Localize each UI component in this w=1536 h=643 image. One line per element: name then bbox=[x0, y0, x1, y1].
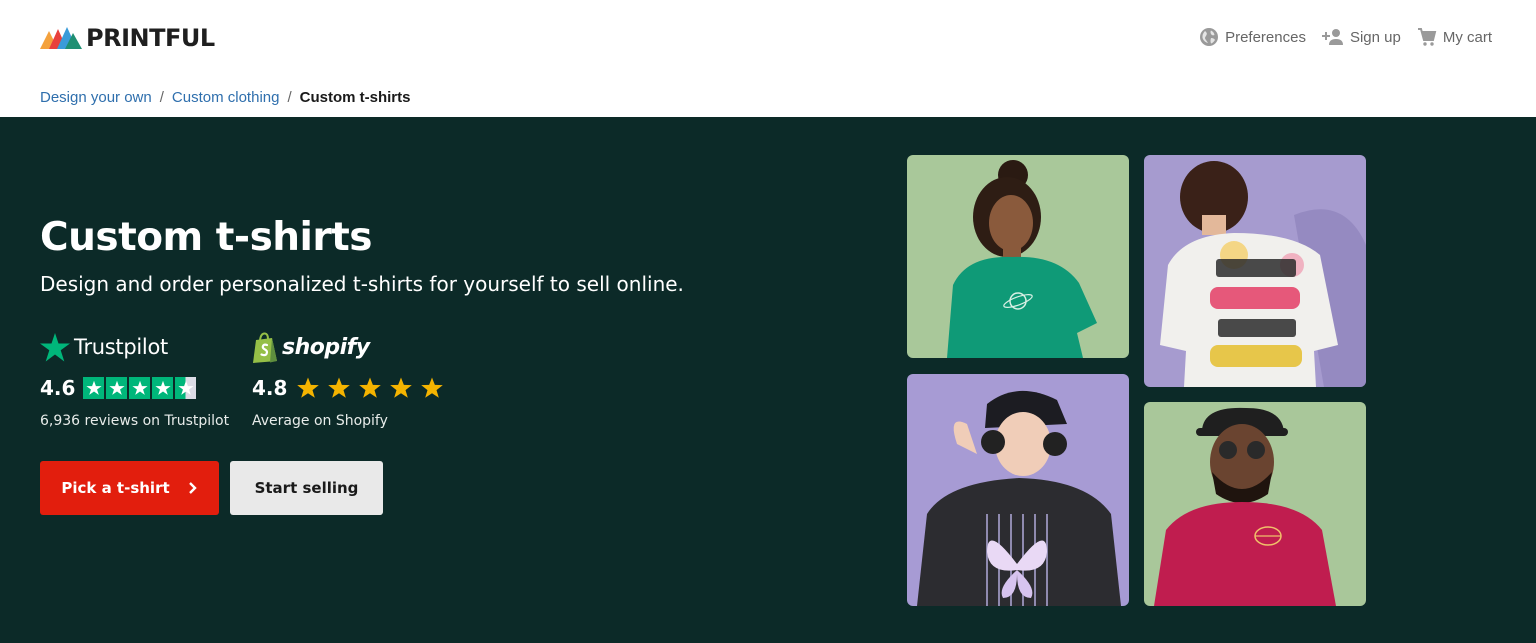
printful-logo[interactable]: PRINTFUL bbox=[40, 24, 215, 52]
star-icon bbox=[129, 377, 151, 399]
top-actions: Preferences Sign up My cart bbox=[1199, 27, 1492, 47]
trustpilot-score-row: 4.6 bbox=[40, 375, 229, 401]
shopify-score: 4.8 bbox=[252, 376, 288, 400]
pick-a-t-shirt-button[interactable]: Pick a t-shirt bbox=[40, 461, 219, 515]
shopify-brand: shopify bbox=[252, 331, 443, 363]
shopify-rating[interactable]: shopify 4.8 Average on Shopify bbox=[252, 331, 444, 429]
photo-woman-white-tshirt-back bbox=[1144, 155, 1366, 387]
star-icon bbox=[106, 377, 128, 399]
trustpilot-brand: Trustpilot bbox=[40, 331, 229, 363]
start-selling-button[interactable]: Start selling bbox=[230, 461, 383, 515]
sign-up-label: Sign up bbox=[1349, 28, 1401, 46]
shopify-bag-icon bbox=[253, 331, 277, 363]
star-icon bbox=[83, 377, 105, 399]
shopify-score-row: 4.8 bbox=[252, 375, 444, 401]
photo-man-magenta-tshirt bbox=[1144, 402, 1366, 606]
star-icon bbox=[421, 377, 444, 398]
trustpilot-caption: 6,936 reviews on Trustpilot bbox=[40, 413, 230, 429]
preferences-link[interactable]: Preferences bbox=[1199, 27, 1306, 47]
cart-icon bbox=[1417, 28, 1437, 46]
start-selling-label: Start selling bbox=[254, 479, 359, 497]
pick-a-t-shirt-label: Pick a t-shirt bbox=[61, 479, 170, 497]
star-icon bbox=[328, 377, 351, 398]
breadcrumb-current-page: Custom t-shirts bbox=[299, 89, 411, 106]
trustpilot-stars bbox=[83, 377, 197, 399]
page-subtitle: Design and order personalized t-shirts f… bbox=[40, 272, 684, 296]
globe-icon bbox=[1200, 28, 1219, 46]
trustpilot-name: Trustpilot bbox=[74, 335, 168, 359]
breadcrumb-separator: / bbox=[287, 89, 292, 106]
shopify-stars bbox=[297, 377, 444, 399]
star-icon bbox=[297, 377, 320, 398]
brand-name: PRINTFUL bbox=[86, 24, 215, 52]
breadcrumb-separator: / bbox=[159, 89, 164, 106]
my-cart-link[interactable]: My cart bbox=[1417, 27, 1492, 47]
trustpilot-star-icon bbox=[40, 332, 70, 361]
shopify-caption: Average on Shopify bbox=[252, 413, 388, 429]
half-star-icon bbox=[175, 377, 197, 399]
hero-section: Custom t-shirts Design and order persona… bbox=[0, 117, 1536, 643]
printful-logo-mark-icon bbox=[40, 27, 82, 49]
breadcrumb-custom-clothing[interactable]: Custom clothing bbox=[172, 89, 280, 106]
my-cart-label: My cart bbox=[1442, 28, 1492, 46]
sign-up-link[interactable]: Sign up bbox=[1321, 28, 1401, 46]
page-title: Custom t-shirts bbox=[40, 215, 373, 260]
breadcrumb-design-your-own[interactable]: Design your own bbox=[40, 89, 152, 106]
preferences-label: Preferences bbox=[1225, 28, 1306, 46]
chevron-right-icon bbox=[188, 482, 197, 494]
add-user-icon bbox=[1321, 29, 1343, 45]
breadcrumb: Design your own / Custom clothing / Cust… bbox=[40, 89, 410, 106]
trustpilot-score: 4.6 bbox=[40, 376, 76, 400]
photo-woman-headphones-butterfly-tshirt bbox=[907, 374, 1129, 606]
star-icon bbox=[152, 377, 174, 399]
star-icon bbox=[359, 377, 382, 398]
star-icon bbox=[390, 377, 413, 398]
photo-woman-green-tshirt bbox=[907, 155, 1129, 358]
top-header: PRINTFUL Preferences Sign up My cart bbox=[0, 0, 1536, 78]
trustpilot-rating[interactable]: Trustpilot 4.6 6,936 reviews on Trustpil… bbox=[40, 331, 229, 429]
shopify-name: shopify bbox=[282, 334, 370, 360]
